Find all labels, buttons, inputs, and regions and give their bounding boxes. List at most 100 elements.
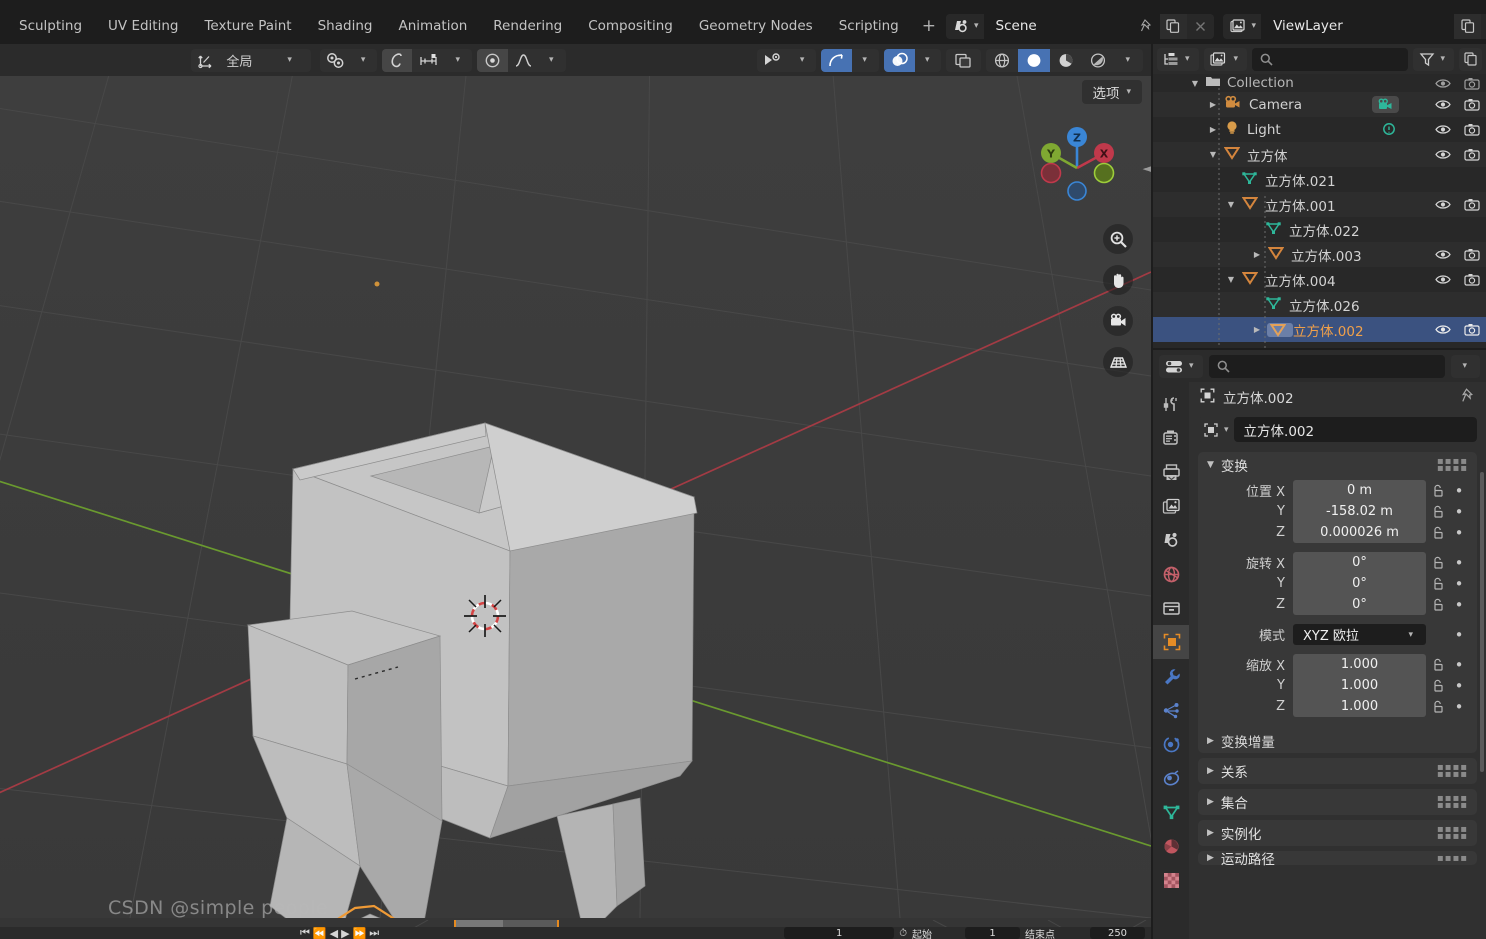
expand-arrow-icon[interactable]: ▼ bbox=[1187, 79, 1203, 88]
outliner-editor-type-button[interactable]: ▾ bbox=[1157, 47, 1199, 71]
transform-panel-header[interactable]: ▼ 变换 ▪▪▪▪ ▪▪▪▪ bbox=[1198, 452, 1477, 478]
transform-orientation-icon[interactable] bbox=[191, 49, 220, 72]
outliner-row-collection[interactable]: ▼ Collection bbox=[1153, 74, 1486, 92]
object-visibility-icon[interactable] bbox=[757, 49, 790, 72]
outliner-row-cube003[interactable]: ▶ 立方体.003 bbox=[1153, 242, 1486, 267]
collection-props-icon[interactable] bbox=[1153, 591, 1189, 625]
expand-arrow-icon[interactable]: ▶ bbox=[1205, 125, 1221, 134]
shading-rendered-icon[interactable] bbox=[1082, 49, 1114, 72]
tab-sculpting[interactable]: Sculpting bbox=[6, 10, 95, 42]
animate-scale-z-icon[interactable]: • bbox=[1450, 698, 1468, 716]
output-icon[interactable] bbox=[1153, 455, 1189, 489]
pan-hand-icon[interactable] bbox=[1103, 265, 1133, 295]
prev-keyframe-icon[interactable]: ⏪ bbox=[313, 927, 327, 939]
texture-icon[interactable] bbox=[1153, 863, 1189, 897]
outliner-row-cube026[interactable]: 立方体.026 bbox=[1153, 292, 1486, 317]
outliner-tree[interactable]: ▼ Collection ▶ Camera ▶ Light ▼ 立方体 立方体.… bbox=[1153, 74, 1486, 348]
falloff-curve-icon[interactable] bbox=[508, 49, 539, 72]
proportional-falloff-icon[interactable] bbox=[476, 48, 508, 72]
viewport-options-button[interactable]: 选项 ▾ bbox=[1082, 80, 1142, 104]
world-icon[interactable] bbox=[1153, 557, 1189, 591]
tab-geometry-nodes[interactable]: Geometry Nodes bbox=[686, 10, 826, 42]
viewlayer-name-field[interactable]: ViewLayer bbox=[1261, 13, 1455, 39]
location-y-field[interactable]: -158.02 m bbox=[1293, 501, 1426, 522]
outliner-new-collection-icon[interactable] bbox=[1459, 47, 1482, 71]
current-frame-field[interactable]: 1 bbox=[784, 927, 895, 939]
tab-rendering[interactable]: Rendering bbox=[480, 10, 575, 42]
visibility-chevron-icon[interactable]: ▾ bbox=[790, 49, 817, 72]
next-keyframe-icon[interactable]: ⏩ bbox=[353, 927, 367, 939]
perspective-grid-icon[interactable] bbox=[1103, 347, 1133, 377]
lock-rotation-z-icon[interactable] bbox=[1426, 598, 1450, 612]
scale-z-field[interactable]: 1.000 bbox=[1293, 696, 1426, 717]
light-data-badge-icon[interactable] bbox=[1381, 122, 1397, 137]
properties-search-input[interactable] bbox=[1208, 354, 1446, 378]
animate-rotation-x-icon[interactable]: • bbox=[1450, 554, 1468, 572]
proportional-size-icon[interactable] bbox=[412, 49, 445, 72]
remove-scene-icon[interactable] bbox=[1186, 13, 1214, 39]
shading-wireframe-icon[interactable] bbox=[986, 49, 1018, 72]
proportional-edit-icon[interactable] bbox=[382, 48, 413, 72]
properties-editor-type-button[interactable]: ▾ bbox=[1159, 354, 1203, 378]
constraints-icon[interactable] bbox=[1153, 761, 1189, 795]
snap-chevron-icon[interactable]: ▾ bbox=[351, 49, 378, 72]
toggle-xray-icon[interactable] bbox=[946, 49, 981, 72]
render-icon[interactable] bbox=[1153, 421, 1189, 455]
expand-arrow-icon[interactable]: ▶ bbox=[1249, 325, 1265, 334]
outliner-row-light[interactable]: ▶ Light bbox=[1153, 117, 1486, 142]
collection-visibility[interactable] bbox=[1435, 77, 1480, 90]
viewport-canvas[interactable] bbox=[0, 76, 1151, 918]
material-icon[interactable] bbox=[1153, 829, 1189, 863]
expand-arrow-icon[interactable]: ▼ bbox=[1205, 150, 1221, 159]
animate-location-x-icon[interactable]: • bbox=[1450, 482, 1468, 500]
proportional-chevron-icon[interactable]: ▾ bbox=[445, 49, 472, 72]
object-data-icon[interactable] bbox=[1153, 795, 1189, 829]
properties-scrollbar[interactable] bbox=[1480, 472, 1484, 772]
sidebar-collapse-arrow[interactable]: ◄ bbox=[1143, 162, 1151, 175]
chevron-down-icon[interactable]: ▾ bbox=[260, 49, 311, 72]
camera-view-icon[interactable] bbox=[1103, 306, 1133, 336]
outliner-editor[interactable]: ▾ ▾ ▾ ▼ Collection ▶ Camera ▶ Light ▼ 立方… bbox=[1153, 44, 1486, 348]
jump-end-icon[interactable]: ⏭ bbox=[369, 926, 379, 939]
scene-icon[interactable]: ▾ bbox=[946, 13, 984, 39]
location-x-field[interactable]: 0 m bbox=[1293, 480, 1426, 501]
lock-scale-y-icon[interactable] bbox=[1426, 679, 1450, 693]
panel-grip-icon[interactable]: ▪▪▪▪ ▪▪▪▪ bbox=[1437, 794, 1468, 811]
light-visibility-toggles[interactable] bbox=[1435, 123, 1480, 136]
panel-grip-icon[interactable]: ▪▪▪▪ ▪▪▪▪ bbox=[1437, 825, 1468, 842]
play-reverse-icon[interactable]: ◀ bbox=[330, 927, 338, 939]
auto-key-icon[interactable]: ⏱ bbox=[899, 928, 907, 939]
tab-shading[interactable]: Shading bbox=[305, 10, 386, 42]
collections-panel[interactable]: ▶ 集合 ▪▪▪▪ ▪▪▪▪ bbox=[1198, 789, 1477, 815]
expand-arrow-icon[interactable]: ▼ bbox=[1223, 275, 1239, 284]
object-name-input[interactable]: 立方体.002 bbox=[1233, 417, 1477, 442]
scene-name-field[interactable]: Scene bbox=[983, 13, 1134, 39]
outliner-row-cube002[interactable]: ▶ 立方体.002 bbox=[1153, 317, 1486, 342]
outliner-row-cube004[interactable]: ▼ 立方体.004 bbox=[1153, 267, 1486, 292]
timeline-ruler[interactable] bbox=[0, 918, 1151, 930]
panel-grip-icon[interactable]: ▪▪▪▪ ▪▪▪▪ bbox=[1437, 457, 1468, 474]
pin-icon[interactable] bbox=[1133, 13, 1160, 39]
lock-rotation-x-icon[interactable] bbox=[1426, 556, 1450, 570]
timeline-editor[interactable]: ⏮ ⏪ ◀ ▶ ⏩ ⏭ 1 ⏱ 起始 1 结束点 250 bbox=[0, 918, 1151, 939]
jump-start-icon[interactable]: ⏮ bbox=[300, 926, 310, 939]
navigation-gizmo[interactable]: Z X Y bbox=[1031, 112, 1123, 204]
new-viewlayer-icon[interactable] bbox=[1454, 13, 1482, 39]
add-workspace-button[interactable]: + bbox=[912, 12, 946, 40]
filter-funnel-icon[interactable]: ▾ bbox=[1413, 47, 1454, 71]
object-props-icon[interactable] bbox=[1153, 625, 1189, 659]
viewlayer-icon[interactable]: ▾ bbox=[1222, 13, 1262, 39]
animate-location-z-icon[interactable]: • bbox=[1450, 524, 1468, 542]
rotation-x-field[interactable]: 0° bbox=[1293, 552, 1426, 573]
tab-texture-paint[interactable]: Texture Paint bbox=[191, 10, 304, 42]
outliner-search-input[interactable] bbox=[1252, 47, 1409, 71]
properties-editor[interactable]: ▾ ▾ 立方体.002 ▾ 立方体.002 ▼ 变换 ▪▪▪▪ ▪▪▪▪ 位置 … bbox=[1153, 350, 1486, 939]
cube-visibility-toggles[interactable] bbox=[1435, 148, 1480, 161]
cube002-visibility-toggles[interactable] bbox=[1435, 323, 1480, 336]
gizmo-chevron-icon[interactable]: ▾ bbox=[852, 49, 879, 72]
animate-rotation-mode-icon[interactable]: • bbox=[1450, 626, 1468, 644]
instancing-panel[interactable]: ▶ 实例化 ▪▪▪▪ ▪▪▪▪ bbox=[1198, 820, 1477, 846]
panel-grip-icon[interactable]: ▪▪▪▪ ▪▪▪▪ bbox=[1437, 763, 1468, 780]
start-frame-field[interactable]: 1 bbox=[965, 927, 1020, 939]
expand-arrow-icon[interactable]: ▼ bbox=[1223, 200, 1239, 209]
